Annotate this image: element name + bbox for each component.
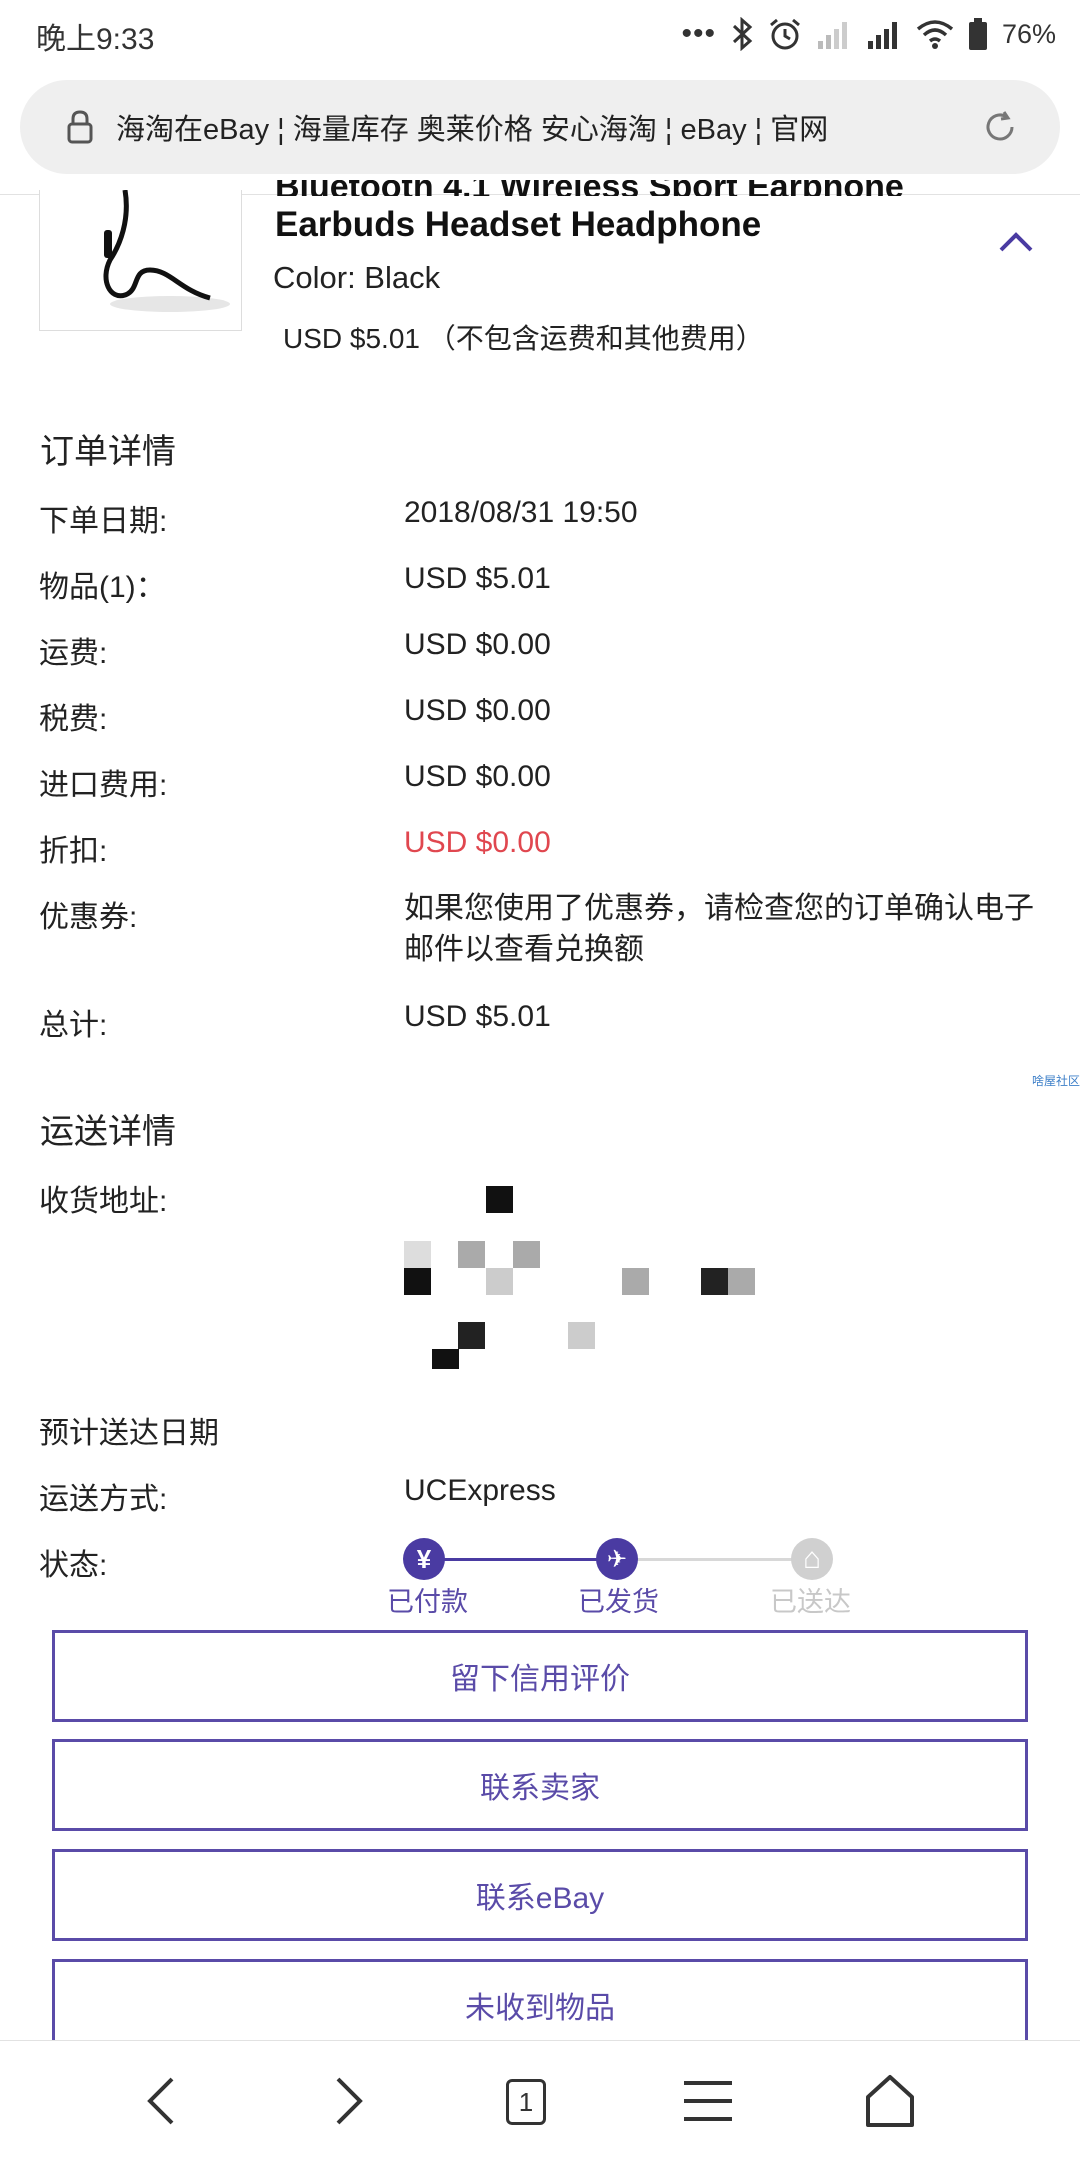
shipping-details-heading: 运送详情: [40, 1113, 176, 1151]
earphone-image: [103, 190, 230, 312]
product-image[interactable]: [39, 190, 242, 331]
items-label: 物品(1)：: [39, 571, 166, 604]
status-icons: ••• 76%: [681, 16, 1056, 52]
address-label: 收货地址:: [39, 1185, 168, 1218]
status-time: 晚上9:33: [36, 23, 155, 56]
lock-icon: [67, 110, 93, 144]
contact-seller-button[interactable]: 联系卖家: [52, 1739, 1028, 1831]
shipping-fee-value: USD $0.00: [404, 628, 551, 661]
battery-percent: 76%: [1001, 18, 1056, 49]
order-date-label: 下单日期:: [39, 505, 168, 538]
item-not-received-button[interactable]: 未收到物品: [52, 1959, 1028, 2051]
step-delivered-label: 已送达: [770, 1587, 851, 1617]
tab-count: 1: [506, 2079, 546, 2125]
eta-label: 预计送达日期: [39, 1417, 219, 1450]
bluetooth-icon: [732, 17, 753, 51]
coupon-label: 优惠券:: [39, 901, 138, 934]
progress-line-done: [424, 1558, 616, 1561]
back-icon[interactable]: [134, 2071, 194, 2131]
import-fee-value: USD $0.00: [404, 760, 551, 793]
reload-icon[interactable]: [980, 107, 1020, 147]
product-price: USD $5.01 （不包含运费和其他费用）: [283, 323, 764, 354]
step-shipped-label: 已发货: [578, 1587, 659, 1617]
signal-icon: [867, 22, 897, 49]
contact-ebay-button[interactable]: 联系eBay: [52, 1849, 1028, 1941]
home-nav-icon[interactable]: [860, 2071, 920, 2131]
address-bar[interactable]: 海淘在eBay ¦ 海量库存 奥莱价格 安心海淘 ¦ eBay ¦ 官网: [20, 80, 1060, 174]
total-value: USD $5.01: [404, 1000, 551, 1033]
tax-value: USD $0.00: [404, 694, 551, 727]
browser-bottom-nav: 1: [0, 2040, 1080, 2161]
url-text[interactable]: 海淘在eBay ¦ 海量库存 奥莱价格 安心海淘 ¦ eBay ¦ 官网: [116, 106, 828, 148]
plane-icon: ✈: [596, 1538, 638, 1580]
product-color: Color: Black: [273, 260, 441, 295]
total-label: 总计:: [39, 1009, 108, 1042]
wifi-icon: [916, 20, 954, 49]
home-icon: ⌂: [791, 1538, 833, 1580]
shipping-progress: ¥ 已付款 ✈ 已发货 ⌂ 已送达: [380, 1536, 851, 1617]
yen-icon: ¥: [403, 1538, 445, 1580]
menu-icon[interactable]: [678, 2071, 738, 2131]
items-value: USD $5.01: [404, 562, 551, 595]
discount-value: USD $0.00: [404, 826, 551, 859]
shipping-fee-label: 运费:: [39, 637, 108, 670]
tabs-button[interactable]: 1: [498, 2071, 558, 2131]
product-title[interactable]: Earbuds Headset Headphone: [275, 205, 761, 245]
signal-weak-icon: [817, 22, 847, 49]
address-redacted: [404, 1186, 764, 1372]
coupon-value: 如果您使用了优惠券，请检查您的订单确认电子邮件以查看兑换额: [404, 892, 1034, 966]
step-paid-label: 已付款: [387, 1587, 468, 1617]
discount-label: 折扣:: [39, 835, 108, 868]
battery-icon: [968, 18, 987, 50]
leave-feedback-button[interactable]: 留下信用评价: [52, 1630, 1028, 1722]
import-fee-label: 进口费用:: [39, 769, 168, 802]
progress-line-pending: [616, 1558, 812, 1561]
status-bar: 晚上9:33 ••• 76%: [0, 0, 1080, 70]
alarm-icon: [769, 18, 800, 50]
tax-label: 税费:: [39, 703, 108, 736]
shipping-method-value: UCExpress: [404, 1474, 556, 1507]
chevron-up-icon[interactable]: [996, 226, 1036, 256]
order-details-heading: 订单详情: [40, 433, 176, 471]
status-label: 状态:: [39, 1549, 108, 1582]
shipping-method-label: 运送方式:: [39, 1483, 168, 1516]
more-dots-icon: •••: [681, 17, 716, 50]
order-date-value: 2018/08/31 19:50: [404, 496, 638, 529]
community-link[interactable]: 啥屋社区: [1032, 1072, 1080, 1089]
forward-icon[interactable]: [316, 2071, 376, 2131]
